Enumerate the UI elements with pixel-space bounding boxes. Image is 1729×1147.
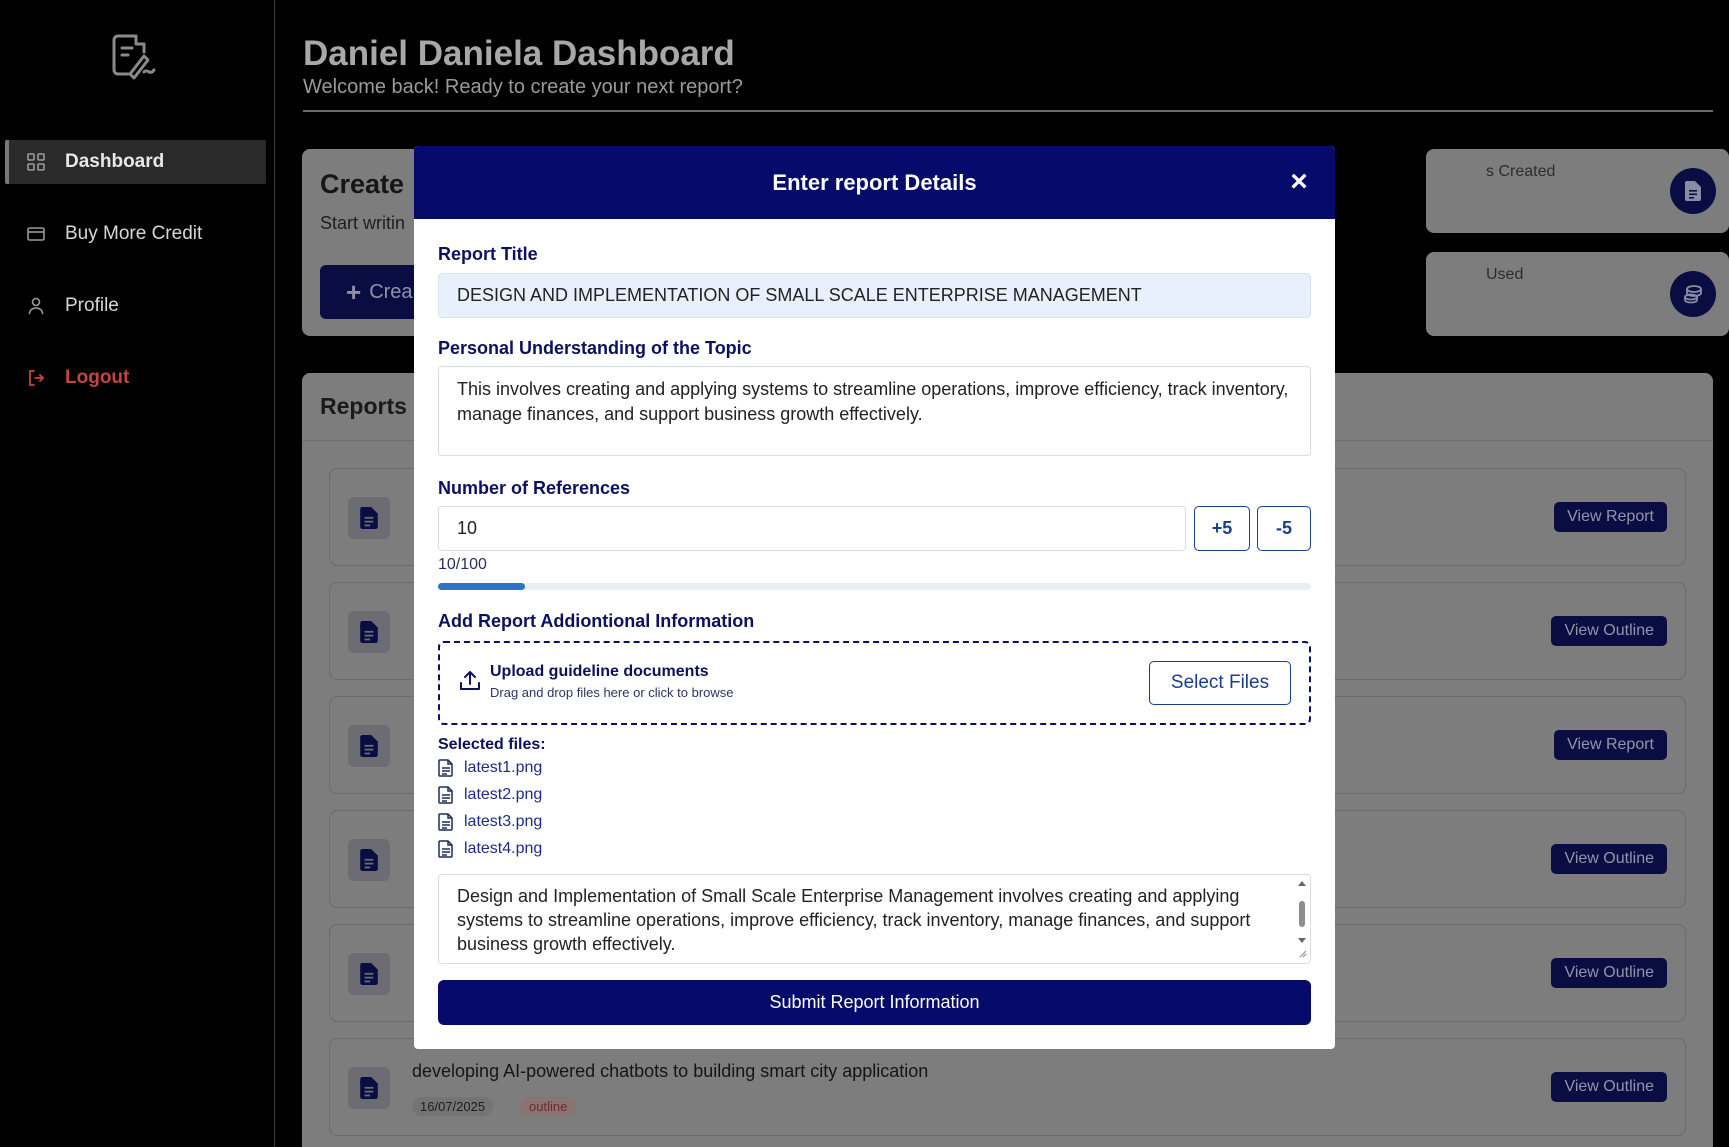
upload-subtitle: Drag and drop files here or click to bro… <box>490 685 734 700</box>
file-name: latest4.png <box>464 840 543 857</box>
add-five-references-button[interactable]: +5 <box>1194 506 1250 551</box>
stat-label: Used <box>1486 266 1524 283</box>
header-divider <box>303 110 1713 112</box>
upload-dropzone[interactable]: Upload guideline documents Drag and drop… <box>438 641 1311 725</box>
sidebar-item-label: Profile <box>65 295 119 316</box>
sidebar-item-label: Logout <box>65 367 130 388</box>
selected-file-item[interactable]: latest4.png <box>438 840 542 858</box>
file-name: latest2.png <box>464 786 543 803</box>
sidebar-item-logout[interactable]: Logout <box>5 356 266 400</box>
understanding-textarea[interactable]: This involves creating and applying syst… <box>438 366 1311 456</box>
create-button-label: Crea <box>369 280 413 303</box>
references-progress-fill <box>438 583 526 590</box>
report-row-status-badge: outline <box>520 1097 577 1116</box>
file-icon <box>438 813 453 831</box>
modal-header: Enter report Details × <box>414 146 1335 219</box>
references-progress-bar <box>438 583 1311 590</box>
selected-file-item[interactable]: latest3.png <box>438 813 542 831</box>
submit-report-button[interactable]: Submit Report Information <box>438 980 1311 1025</box>
file-icon <box>438 786 453 804</box>
file-name: latest3.png <box>464 813 543 830</box>
sidebar-item-label: Dashboard <box>65 151 165 172</box>
sidebar-item-profile[interactable]: Profile <box>5 284 266 328</box>
card-icon <box>25 223 47 245</box>
stat-card-credits-used: Used <box>1426 252 1729 336</box>
view-outline-button[interactable]: View Outline <box>1551 844 1667 874</box>
file-icon <box>438 840 453 858</box>
selected-file-item[interactable]: latest1.png <box>438 759 542 777</box>
document-icon <box>348 839 390 881</box>
user-icon <box>25 295 47 317</box>
grid-icon <box>25 151 47 173</box>
document-icon <box>348 725 390 767</box>
stat-card-reports-created: s Created <box>1426 149 1729 233</box>
stat-label: s Created <box>1486 163 1556 180</box>
sidebar-item-label: Buy More Credit <box>65 223 203 244</box>
document-icon <box>348 611 390 653</box>
view-report-button[interactable]: View Report <box>1554 502 1667 532</box>
references-count: 10/100 <box>438 556 487 573</box>
view-outline-button[interactable]: View Outline <box>1551 616 1667 646</box>
logout-icon <box>25 367 47 389</box>
document-icon <box>348 497 390 539</box>
additional-info-textarea[interactable]: Design and Implementation of Small Scale… <box>438 874 1311 964</box>
report-row[interactable]: developing AI-powered chatbots to buildi… <box>329 1038 1686 1136</box>
file-icon <box>438 759 453 777</box>
sidebar: Dashboard Buy More Credit Profile Logout <box>0 0 275 1147</box>
create-card-subtitle: Start writin <box>320 213 406 233</box>
view-report-button[interactable]: View Report <box>1554 730 1667 760</box>
view-outline-button[interactable]: View Outline <box>1551 958 1667 988</box>
additional-info-text: Design and Implementation of Small Scale… <box>457 886 1251 954</box>
page-title: Daniel Daniela Dashboard <box>303 34 735 73</box>
references-input[interactable]: 10 <box>438 506 1186 551</box>
remove-five-references-button[interactable]: -5 <box>1257 506 1311 551</box>
page-subtitle: Welcome back! Ready to create your next … <box>303 76 743 98</box>
report-row-date: 16/07/2025 <box>412 1097 494 1116</box>
document-icon <box>1670 168 1716 214</box>
report-row-title: developing AI-powered chatbots to buildi… <box>412 1061 929 1081</box>
selected-files-label: Selected files: <box>438 736 546 753</box>
upload-icon <box>458 669 482 693</box>
sidebar-item-buy-credit[interactable]: Buy More Credit <box>5 212 266 256</box>
additional-info-label: Add Report Addiontional Information <box>438 611 755 631</box>
textarea-scrollbar[interactable] <box>1296 879 1308 959</box>
document-icon <box>348 953 390 995</box>
selected-file-item[interactable]: latest2.png <box>438 786 542 804</box>
report-title-input[interactable]: DESIGN AND IMPLEMENTATION OF SMALL SCALE… <box>438 273 1311 318</box>
view-outline-button[interactable]: View Outline <box>1551 1072 1667 1102</box>
file-name: latest1.png <box>464 759 543 776</box>
close-icon[interactable]: × <box>1285 167 1313 197</box>
plus-icon: + <box>346 276 362 307</box>
understanding-label: Personal Understanding of the Topic <box>438 338 752 358</box>
modal-title: Enter report Details <box>772 169 977 195</box>
select-files-button[interactable]: Select Files <box>1149 661 1291 705</box>
coins-icon <box>1670 271 1716 317</box>
create-card-title: Create <box>320 169 405 199</box>
references-label: Number of References <box>438 478 631 498</box>
report-details-modal: Enter report Details × Report Title DESI… <box>414 146 1335 1049</box>
upload-title: Upload guideline documents <box>490 663 709 680</box>
sidebar-item-dashboard[interactable]: Dashboard <box>5 140 266 184</box>
reports-title: Reports <box>320 393 407 419</box>
report-title-label: Report Title <box>438 244 538 264</box>
app-logo-icon[interactable] <box>108 30 160 82</box>
document-icon <box>348 1067 390 1109</box>
